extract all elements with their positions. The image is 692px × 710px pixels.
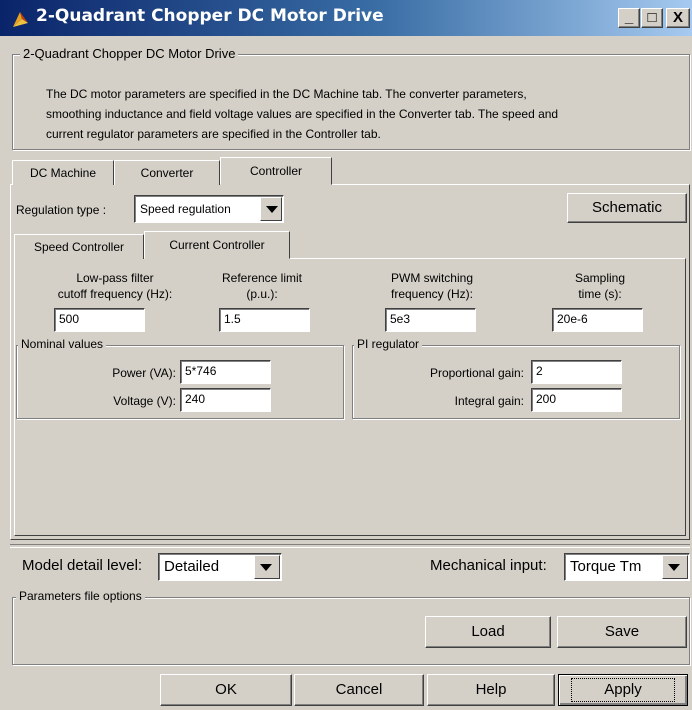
lowpass-filter-label: Low-pass filter cutoff frequency (Hz): [30, 270, 200, 302]
label-line: Reference limit [221, 271, 303, 285]
lowpass-filter-input[interactable]: 500 [54, 308, 145, 332]
model-detail-value: Detailed [164, 558, 220, 575]
regulation-type-label: Regulation type : [16, 203, 107, 217]
tab-converter[interactable]: Converter [114, 160, 220, 185]
chevron-down-icon[interactable] [254, 555, 280, 579]
regulation-type-select[interactable]: Speed regulation [134, 195, 284, 223]
schematic-button[interactable]: Schematic [567, 193, 687, 223]
label-line: time (s): [578, 287, 622, 301]
mechanical-input-value: Torque Tm [570, 558, 642, 575]
integral-gain-label: Integral gain: [454, 394, 524, 408]
pi-regulator-title: PI regulator [354, 337, 423, 351]
chevron-down-icon[interactable] [260, 197, 282, 221]
proportional-gain-input[interactable]: 2 [531, 360, 622, 384]
description-line: current regulator parameters are specifi… [46, 127, 381, 141]
label-line: Low-pass filter [76, 271, 154, 285]
proportional-gain-label: Proportional gain: [429, 366, 524, 380]
reference-limit-input[interactable]: 1.5 [219, 308, 310, 332]
close-icon: X [672, 9, 683, 26]
minimize-button[interactable]: _ [618, 8, 640, 28]
label-line: frequency (Hz): [390, 287, 474, 301]
chevron-down-icon[interactable] [662, 555, 688, 579]
pwm-switching-label: PWM switching frequency (Hz): [362, 270, 502, 302]
minimize-icon: _ [624, 9, 634, 26]
maximize-button[interactable]: □ [641, 8, 663, 28]
integral-gain-input[interactable]: 200 [531, 388, 622, 412]
simulink-block-icon [13, 12, 28, 27]
voltage-input[interactable]: 240 [180, 388, 271, 412]
close-button[interactable]: X [666, 8, 690, 28]
description-line: The DC motor parameters are specified in… [46, 87, 527, 101]
load-button[interactable]: Load [425, 616, 551, 648]
maximize-icon: □ [647, 9, 657, 26]
nominal-values-title: Nominal values [18, 337, 107, 351]
model-detail-select[interactable]: Detailed [158, 553, 282, 581]
mechanical-input-select[interactable]: Torque Tm [564, 553, 690, 581]
label-line: (p.u.): [246, 287, 278, 301]
tab-current-controller[interactable]: Current Controller [144, 231, 290, 259]
pwm-switching-input[interactable]: 5e3 [385, 308, 476, 332]
save-button[interactable]: Save [557, 616, 687, 648]
reference-limit-label: Reference limit (p.u.): [192, 270, 332, 302]
label-line: cutoff frequency (Hz): [57, 287, 173, 301]
help-button[interactable]: Help [427, 674, 555, 706]
ok-button[interactable]: OK [160, 674, 292, 706]
model-detail-label: Model detail level: [22, 557, 143, 574]
block-name: 2-Quadrant Chopper DC Motor Drive [20, 46, 239, 61]
block-description: The DC motor parameters are specified in… [46, 84, 686, 144]
tab-controller[interactable]: Controller [220, 157, 332, 185]
apply-button[interactable]: Apply [558, 674, 688, 706]
apply-button-label: Apply [571, 678, 675, 702]
label-line: PWM switching [390, 271, 473, 285]
description-line: smoothing inductance and field voltage v… [46, 107, 559, 121]
window-title: 2-Quadrant Chopper DC Motor Drive [36, 6, 384, 26]
parameters-file-title: Parameters file options [16, 589, 145, 603]
tab-dc-machine[interactable]: DC Machine [12, 160, 114, 185]
label-line: Sampling [574, 271, 626, 285]
voltage-label: Voltage (V): [113, 394, 176, 408]
mechanical-input-label: Mechanical input: [430, 557, 547, 574]
sampling-time-input[interactable]: 20e-6 [552, 308, 643, 332]
cancel-button[interactable]: Cancel [294, 674, 424, 706]
power-label: Power (VA): [112, 366, 176, 380]
power-input[interactable]: 5*746 [180, 360, 271, 384]
tab-speed-controller[interactable]: Speed Controller [14, 234, 144, 259]
pane-divider[interactable] [10, 544, 690, 548]
sampling-time-label: Sampling time (s): [530, 270, 670, 302]
regulation-type-value: Speed regulation [140, 202, 231, 216]
